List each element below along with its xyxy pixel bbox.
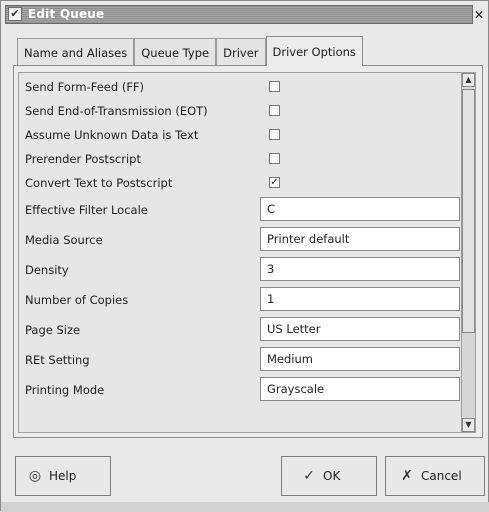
send-eot-checkbox[interactable] (269, 105, 280, 116)
scroll-down-icon[interactable]: ▼ (462, 418, 475, 432)
tab-bar: Name and Aliases Queue Type Driver Drive… (17, 36, 363, 66)
help-lifebuoy-icon: ◎ (28, 468, 42, 484)
scroll-up-icon[interactable]: ▲ (462, 73, 475, 87)
option-row: Send Form-Feed (FF) (25, 77, 449, 99)
ok-button-label: OK (323, 469, 341, 483)
cancel-button[interactable]: ✗ Cancel (385, 456, 485, 496)
filter-locale-select[interactable]: C (260, 197, 460, 221)
tab-queue-type[interactable]: Queue Type (134, 38, 217, 66)
option-row: Convert Text to Postscript ✓ (25, 173, 449, 195)
ok-button[interactable]: ✓ OK (281, 456, 377, 496)
cancel-button-label: Cancel (421, 469, 462, 483)
option-label: Page Size (25, 323, 81, 337)
option-label: Prerender Postscript (25, 152, 141, 166)
dialog-button-row: ◎ Help ✓ OK ✗ Cancel (1, 456, 489, 501)
option-label: Send End-of-Transmission (EOT) (25, 104, 208, 118)
close-icon[interactable]: ✕ (474, 8, 486, 22)
ok-check-icon: ✓ (303, 468, 315, 484)
assume-unknown-data-text-checkbox[interactable] (269, 129, 280, 140)
help-button-label: Help (49, 469, 77, 483)
media-source-select[interactable]: Printer default (260, 227, 460, 251)
send-form-feed-checkbox[interactable] (269, 81, 280, 92)
option-label: Effective Filter Locale (25, 203, 148, 217)
scrollbar-thumb[interactable] (462, 89, 475, 333)
option-label: Media Source (25, 233, 103, 247)
option-label: Printing Mode (25, 383, 105, 397)
tab-driver[interactable]: Driver (216, 38, 266, 66)
option-label: Convert Text to Postscript (25, 176, 173, 190)
ret-setting-select[interactable]: Medium (260, 347, 460, 371)
option-row: Assume Unknown Data is Text (25, 125, 449, 147)
number-of-copies-input[interactable]: 1 (260, 287, 460, 311)
printing-mode-select[interactable]: Grayscale (260, 377, 460, 401)
page-size-select[interactable]: US Letter (260, 317, 460, 341)
option-label: Assume Unknown Data is Text (25, 128, 199, 142)
help-button[interactable]: ◎ Help (15, 456, 111, 496)
prerender-postscript-checkbox[interactable] (269, 153, 280, 164)
window-title: Edit Queue (28, 7, 105, 21)
option-label: Density (25, 263, 69, 277)
title-bar[interactable]: ✔ Edit Queue ✕ (5, 5, 484, 24)
option-label: Number of Copies (25, 293, 129, 307)
density-select[interactable]: 3 (260, 257, 460, 281)
option-label: Send Form-Feed (FF) (25, 80, 145, 94)
option-row: Send End-of-Transmission (EOT) (25, 101, 449, 123)
edit-queue-dialog: ✔ Edit Queue ✕ Name and Aliases Queue Ty… (0, 0, 489, 512)
option-label: REt Setting (25, 353, 90, 367)
option-row: Prerender Postscript (25, 149, 449, 171)
vertical-scrollbar[interactable]: ▲ ▼ (461, 73, 475, 432)
driver-options-panel: Send Form-Feed (FF) Send End-of-Transmis… (13, 65, 483, 438)
window-menu-icon[interactable]: ✔ (8, 7, 22, 21)
options-scroll-area[interactable]: Send Form-Feed (FF) Send End-of-Transmis… (18, 72, 476, 433)
tab-name-and-aliases[interactable]: Name and Aliases (17, 38, 135, 66)
cancel-x-icon: ✗ (401, 468, 413, 484)
tab-driver-options[interactable]: Driver Options (265, 36, 363, 66)
convert-text-to-postscript-checkbox[interactable]: ✓ (269, 177, 280, 188)
